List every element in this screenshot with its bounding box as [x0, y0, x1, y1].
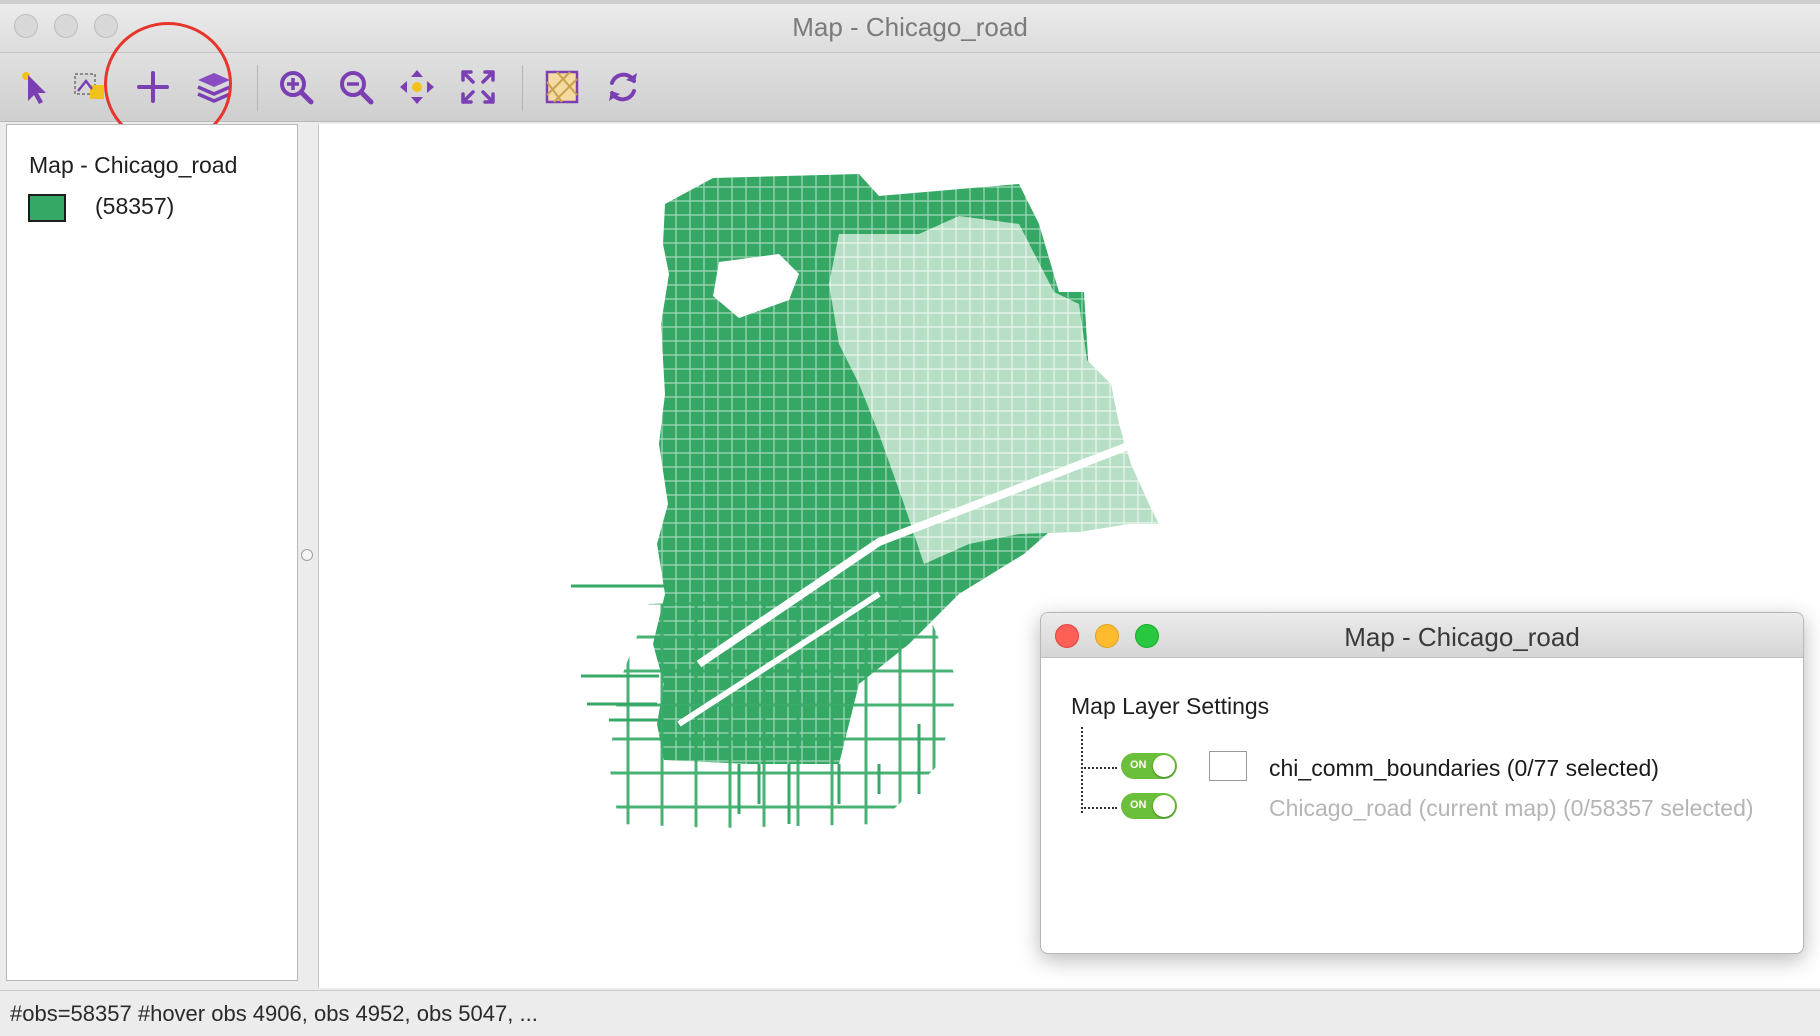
zoom-out-icon: [340, 71, 374, 105]
basemap-button[interactable]: [540, 65, 584, 109]
pan-button[interactable]: [395, 65, 439, 109]
toggle-knob: [1153, 755, 1175, 777]
toolbar-separator: [257, 65, 258, 111]
dialog-title: Map - Chicago_road: [1344, 622, 1580, 652]
plus-icon: [137, 71, 169, 103]
toolbar-separator: [522, 65, 523, 111]
pan-icon: [400, 70, 434, 104]
toolbar: [0, 53, 1820, 122]
layer-settings-dialog: Map - Chicago_road Map Layer Settings ON…: [1040, 612, 1804, 954]
legend-swatch[interactable]: [28, 194, 66, 222]
layer-visibility-toggle-boundaries[interactable]: ON: [1121, 753, 1177, 779]
refresh-button[interactable]: [601, 65, 645, 109]
legend-title: Map - Chicago_road: [29, 152, 238, 178]
layer-tree-branch: [1081, 767, 1117, 769]
zoom-out-button[interactable]: [334, 65, 378, 109]
add-layer-button[interactable]: [131, 65, 175, 109]
layer-tree-line: [1081, 727, 1083, 813]
status-bar: #obs=58357 #hover obs 4906, obs 4952, ob…: [0, 990, 1820, 1036]
basemap-icon: [545, 70, 579, 104]
layers-icon: [197, 73, 231, 103]
layer-name-boundaries[interactable]: chi_comm_boundaries (0/77 selected): [1269, 755, 1659, 782]
title-bar: Map - Chicago_road: [0, 0, 1820, 53]
desktop-strip: [0, 0, 1820, 4]
layer-tree-branch: [1081, 807, 1117, 809]
splitter-handle[interactable]: [301, 549, 313, 561]
legend-panel: Map - Chicago_road (58357): [6, 124, 298, 981]
refresh-icon: [609, 72, 637, 102]
window-title: Map - Chicago_road: [792, 12, 1028, 42]
layers-button[interactable]: [192, 65, 236, 109]
selection-shape-button[interactable]: [68, 65, 112, 109]
layer-name-roads[interactable]: Chicago_road (current map) (0/58357 sele…: [1269, 795, 1754, 822]
toggle-on-label: ON: [1130, 799, 1147, 811]
fit-extent-icon: [461, 70, 495, 104]
dialog-title-bar: Map - Chicago_road: [1041, 613, 1803, 658]
panel-splitter[interactable]: [298, 124, 316, 981]
toggle-on-label: ON: [1130, 759, 1147, 771]
layer-visibility-toggle-roads[interactable]: ON: [1121, 793, 1177, 819]
toggle-knob: [1153, 795, 1175, 817]
arrow-pointer-icon: [22, 72, 46, 104]
legend-count: (58357): [95, 193, 175, 219]
zoom-in-button[interactable]: [274, 65, 318, 109]
layer-color-swatch[interactable]: [1209, 751, 1247, 781]
status-text: #obs=58357 #hover obs 4906, obs 4952, ob…: [10, 1001, 538, 1026]
map-window: Map - Chicago_road Map - Chicago_road (5…: [0, 0, 1820, 1036]
zoom-in-icon: [280, 71, 314, 105]
road-network-south: [609, 594, 959, 828]
select-tool-button[interactable]: [14, 65, 58, 109]
selection-shape-icon: [74, 73, 104, 99]
layer-settings-heading: Map Layer Settings: [1071, 693, 1270, 719]
fit-extent-button[interactable]: [456, 65, 500, 109]
